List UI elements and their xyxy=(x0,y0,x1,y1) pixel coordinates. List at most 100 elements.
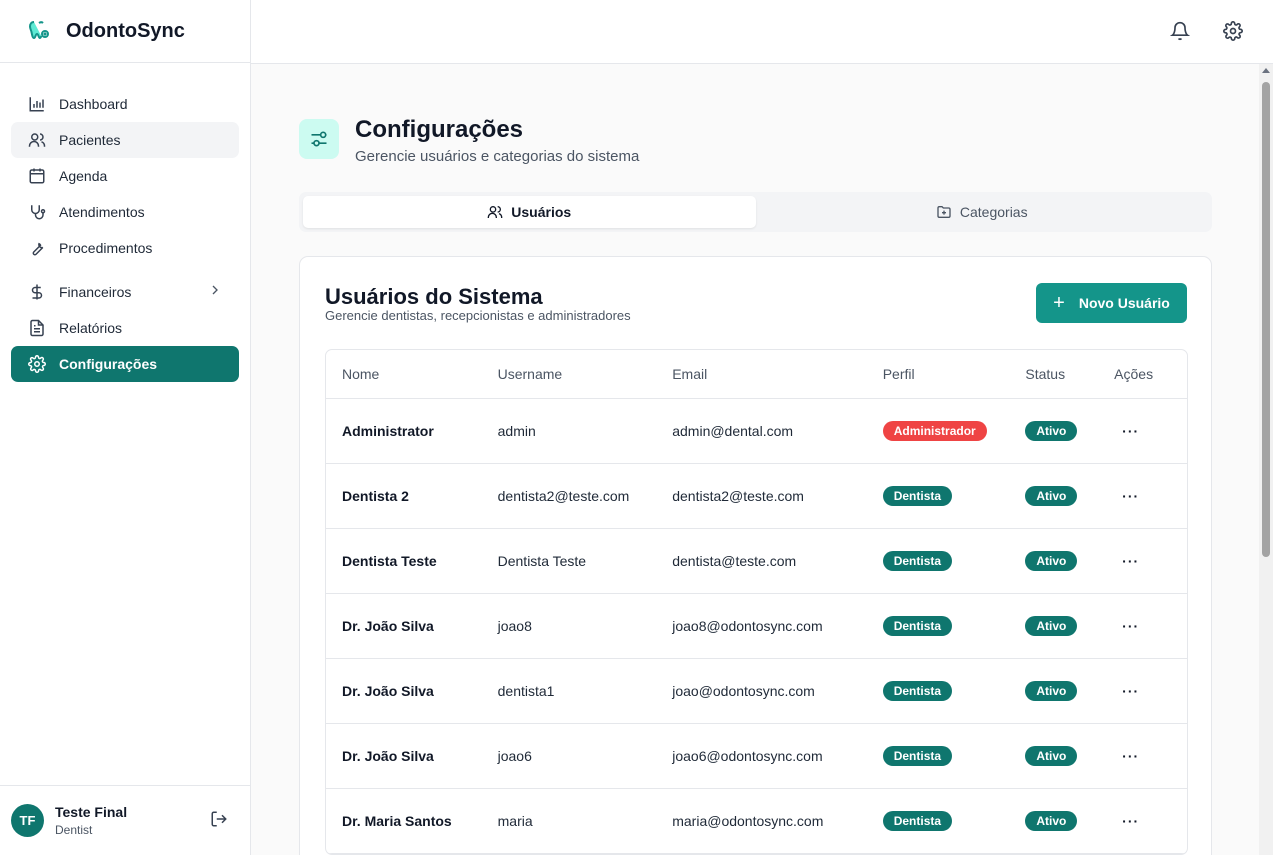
cell-status: Ativo xyxy=(1025,746,1114,766)
sidebar-item-pacientes[interactable]: Pacientes xyxy=(11,122,239,158)
cell-nome: Dr. João Silva xyxy=(342,618,434,634)
sidebar-item-atendimentos[interactable]: Atendimentos xyxy=(11,194,239,230)
tab-label: Usuários xyxy=(511,204,572,220)
wrench-icon xyxy=(27,238,47,258)
sidebar-item-label: Relatórios xyxy=(59,320,123,336)
status-badge: Ativo xyxy=(1025,486,1078,506)
scroll-up-arrow-icon[interactable] xyxy=(1262,68,1270,73)
column-header-nome[interactable]: Nome xyxy=(326,366,498,382)
column-header-email[interactable]: Email xyxy=(672,366,883,382)
cell-nome: Dr. João Silva xyxy=(342,748,434,764)
cell-status: Ativo xyxy=(1025,811,1114,831)
avatar[interactable]: TF xyxy=(11,804,44,837)
status-badge: Ativo xyxy=(1025,551,1078,571)
calendar-icon xyxy=(27,166,47,186)
table-row[interactable]: Dr. Maria Santos maria maria@odontosync.… xyxy=(326,789,1187,854)
sidebar-item-label: Procedimentos xyxy=(59,240,153,256)
cell-acoes: ··· xyxy=(1114,553,1187,569)
sidebar-item-procedimentos[interactable]: Procedimentos xyxy=(11,230,239,266)
bell-icon[interactable] xyxy=(1169,20,1191,42)
users-table: Nome Username Email Perfil Status Ações … xyxy=(325,349,1188,855)
cell-email: joao@odontosync.com xyxy=(672,683,815,699)
cell-email: joao6@odontosync.com xyxy=(672,748,823,764)
role-badge: Dentista xyxy=(882,616,953,636)
user-name: Teste Final xyxy=(55,804,128,820)
cell-nome: Dentista 2 xyxy=(342,488,409,504)
brand[interactable]: OdontoSync xyxy=(0,0,250,63)
tab-usuarios[interactable]: Usuários xyxy=(303,196,756,228)
cell-acoes: ··· xyxy=(1114,423,1187,439)
sidebar-item-financeiros[interactable]: Financeiros xyxy=(11,274,239,310)
more-actions-icon[interactable]: ··· xyxy=(1114,813,1139,829)
sidebar-item-label: Atendimentos xyxy=(59,204,145,220)
status-badge: Ativo xyxy=(1025,811,1078,831)
role-badge: Dentista xyxy=(882,811,953,831)
scrollbar-thumb[interactable] xyxy=(1262,82,1270,557)
column-header-status[interactable]: Status xyxy=(1025,366,1114,382)
more-actions-icon[interactable]: ··· xyxy=(1114,683,1139,699)
cell-username: dentista2@teste.com xyxy=(497,488,630,504)
status-badge: Ativo xyxy=(1025,616,1078,636)
document-icon xyxy=(27,318,47,338)
sidebar-item-relatorios[interactable]: Relatórios xyxy=(11,310,239,346)
table-row[interactable]: Dr. João Silva dentista1 joao@odontosync… xyxy=(326,659,1187,724)
role-badge: Dentista xyxy=(882,746,953,766)
table-row[interactable]: Dr. João Silva joao6 joao6@odontosync.co… xyxy=(326,724,1187,789)
cell-status: Ativo xyxy=(1025,616,1114,636)
column-header-perfil[interactable]: Perfil xyxy=(883,366,1026,382)
sidebar: OdontoSync Dashboard Pacientes Agenda At… xyxy=(0,0,251,855)
tab-categorias[interactable]: Categorias xyxy=(756,196,1209,228)
card-title: Usuários do Sistema xyxy=(325,284,543,309)
sliders-icon xyxy=(299,119,339,159)
cell-perfil: Dentista xyxy=(882,616,1026,636)
tooth-logo-icon xyxy=(26,18,52,44)
status-badge: Ativo xyxy=(1025,421,1078,441)
table-row[interactable]: Dentista Teste Dentista Teste dentista@t… xyxy=(326,529,1187,594)
table-header: Nome Username Email Perfil Status Ações xyxy=(326,350,1187,399)
cell-status: Ativo xyxy=(1025,421,1114,441)
sidebar-item-configuracoes[interactable]: Configurações xyxy=(11,346,239,382)
table-row[interactable]: Dentista 2 dentista2@teste.com dentista2… xyxy=(326,464,1187,529)
users-card: Usuários do Sistema Gerencie dentistas, … xyxy=(299,256,1212,855)
column-header-username[interactable]: Username xyxy=(498,366,673,382)
dollar-icon xyxy=(27,282,47,302)
table-row[interactable]: Dr. João Silva joao8 joao8@odontosync.co… xyxy=(326,594,1187,659)
topbar xyxy=(251,0,1273,64)
more-actions-icon[interactable]: ··· xyxy=(1114,553,1139,569)
cell-email: maria@odontosync.com xyxy=(672,813,824,829)
cell-perfil: Dentista xyxy=(882,746,1026,766)
cell-perfil: Dentista xyxy=(882,486,1026,506)
cell-nome: Dr. João Silva xyxy=(342,683,434,699)
settings-icon[interactable] xyxy=(1222,20,1244,42)
folder-plus-icon xyxy=(936,204,952,220)
cell-status: Ativo xyxy=(1025,681,1114,701)
vertical-scrollbar[interactable] xyxy=(1259,64,1273,855)
sidebar-item-label: Configurações xyxy=(59,356,158,372)
cell-email: dentista2@teste.com xyxy=(672,488,804,504)
cell-username: admin xyxy=(497,423,536,439)
more-actions-icon[interactable]: ··· xyxy=(1114,488,1139,504)
chevron-right-icon[interactable] xyxy=(207,282,223,301)
table-row[interactable]: Administrator admin admin@dental.com Adm… xyxy=(326,399,1187,464)
more-actions-icon[interactable]: ··· xyxy=(1114,618,1139,634)
chart-icon xyxy=(27,94,47,114)
cell-username: Dentista Teste xyxy=(497,553,587,569)
sidebar-item-agenda[interactable]: Agenda xyxy=(11,158,239,194)
tab-list: Usuários Categorias xyxy=(299,192,1212,232)
cell-username: joao6 xyxy=(497,748,532,764)
page-subtitle: Gerencie usuários e categorias do sistem… xyxy=(355,148,640,165)
sidebar-item-dashboard[interactable]: Dashboard xyxy=(11,86,239,122)
role-badge: Administrador xyxy=(882,421,987,441)
column-header-acoes: Ações xyxy=(1114,366,1154,382)
cell-acoes: ··· xyxy=(1114,618,1187,634)
new-user-button[interactable]: + Novo Usuário xyxy=(1036,283,1187,323)
more-actions-icon[interactable]: ··· xyxy=(1114,748,1139,764)
cell-nome: Dentista Teste xyxy=(342,553,437,569)
user-profile: TF Teste Final Dentist xyxy=(0,785,250,855)
cell-nome: Dr. Maria Santos xyxy=(342,813,452,829)
stethoscope-icon xyxy=(27,202,47,222)
logout-icon[interactable] xyxy=(210,810,228,833)
cell-acoes: ··· xyxy=(1114,683,1187,699)
more-actions-icon[interactable]: ··· xyxy=(1114,423,1139,439)
user-role: Dentist xyxy=(55,823,93,837)
